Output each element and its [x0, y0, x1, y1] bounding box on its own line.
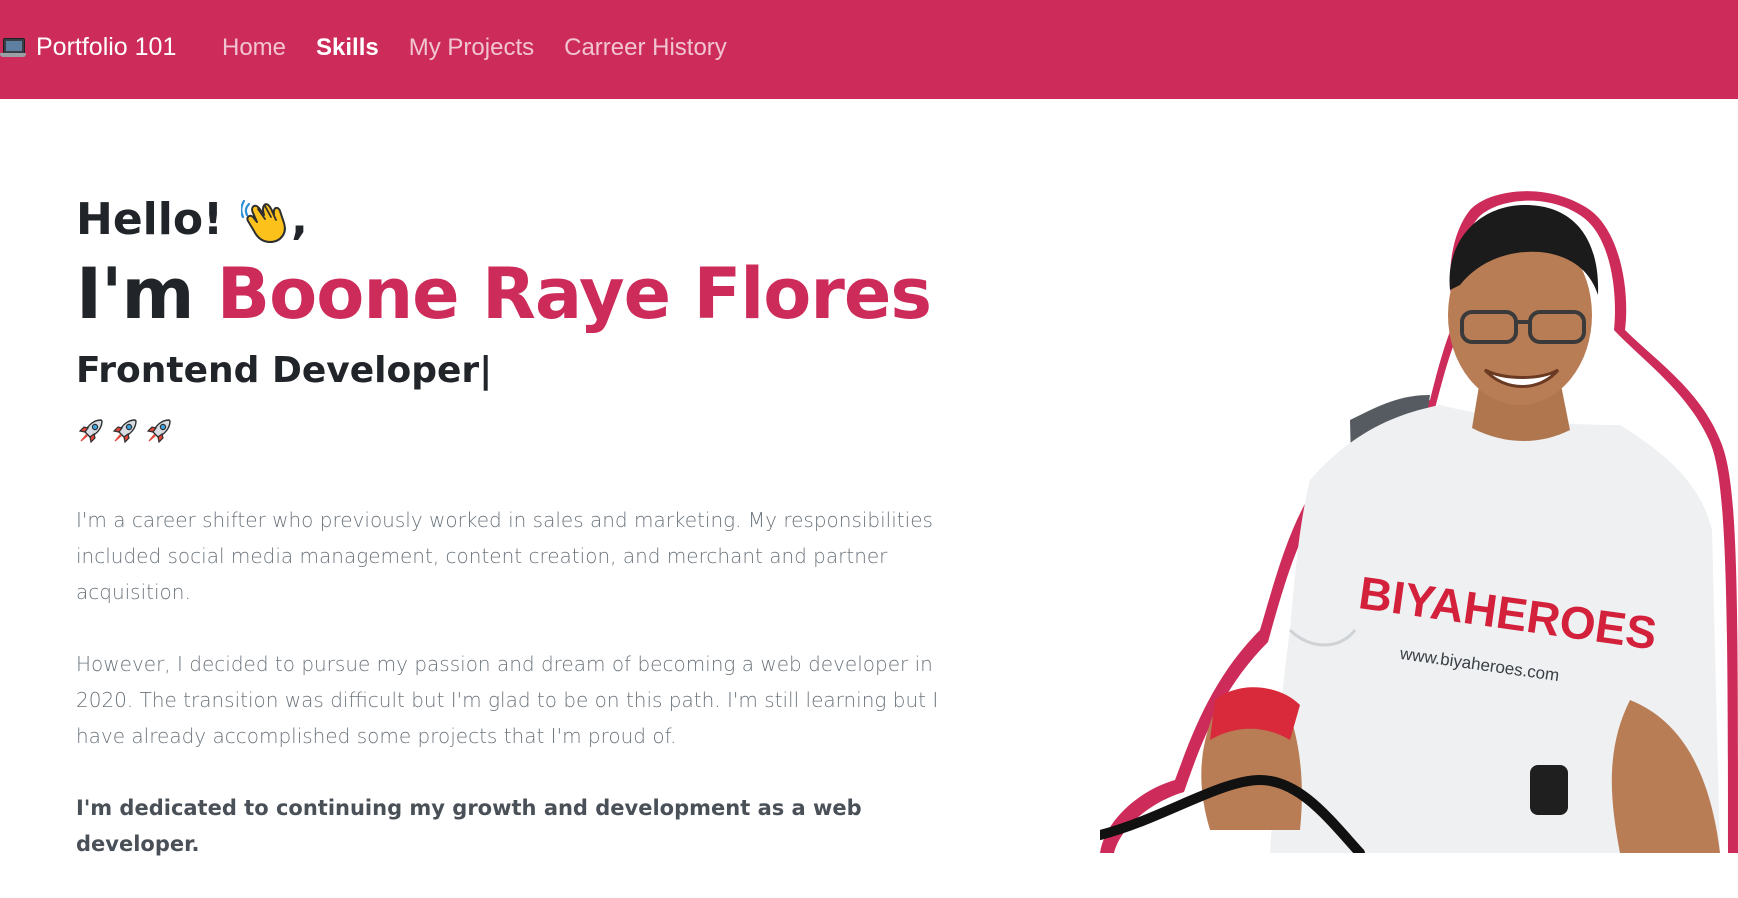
bio-section: I'm a career shifter who previously work…	[76, 502, 956, 898]
rocket-icon	[78, 419, 103, 444]
nav-link-career-history[interactable]: Carreer History	[564, 34, 727, 62]
intro-heading: I'm Boone Raye Flores	[76, 252, 976, 336]
bio-paragraph: I'm a career shifter who previously work…	[76, 508, 933, 604]
laptop-icon	[0, 37, 26, 58]
bio-highlight: I'm dedicated to continuing my growth an…	[76, 796, 862, 856]
profile-photo: BIYAHEROES www.biyaheroes.com	[1100, 191, 1738, 853]
greeting-suffix: ,	[291, 194, 308, 245]
intro-prefix: I'm	[76, 253, 194, 335]
rocket-icon	[146, 419, 171, 444]
brand-label: Portfolio 101	[36, 33, 177, 61]
main-nav: Home Skills My Projects Carreer History	[222, 34, 757, 62]
nav-link-skills[interactable]: Skills	[316, 34, 379, 62]
brand-link[interactable]: Portfolio 101	[0, 33, 176, 62]
role-typewriter: Frontend Developer|	[76, 350, 493, 391]
developer-name: Boone Raye Flores	[216, 253, 932, 335]
rocket-icon	[112, 419, 137, 444]
greeting-text: Hello!	[76, 194, 224, 245]
nav-link-my-projects[interactable]: My Projects	[409, 34, 534, 62]
waving-hand-icon	[241, 199, 287, 243]
nav-link-home[interactable]: Home	[222, 34, 286, 62]
navbar: Portfolio 101 Home Skills My Projects Ca…	[0, 0, 1738, 99]
bio-paragraph: However, I decided to pursue my passion …	[76, 652, 939, 748]
rocket-row	[76, 416, 976, 450]
greeting: Hello! ,	[76, 190, 976, 250]
hero-section: Hello! , I'm Boone Raye Flores Frontend …	[76, 190, 976, 450]
